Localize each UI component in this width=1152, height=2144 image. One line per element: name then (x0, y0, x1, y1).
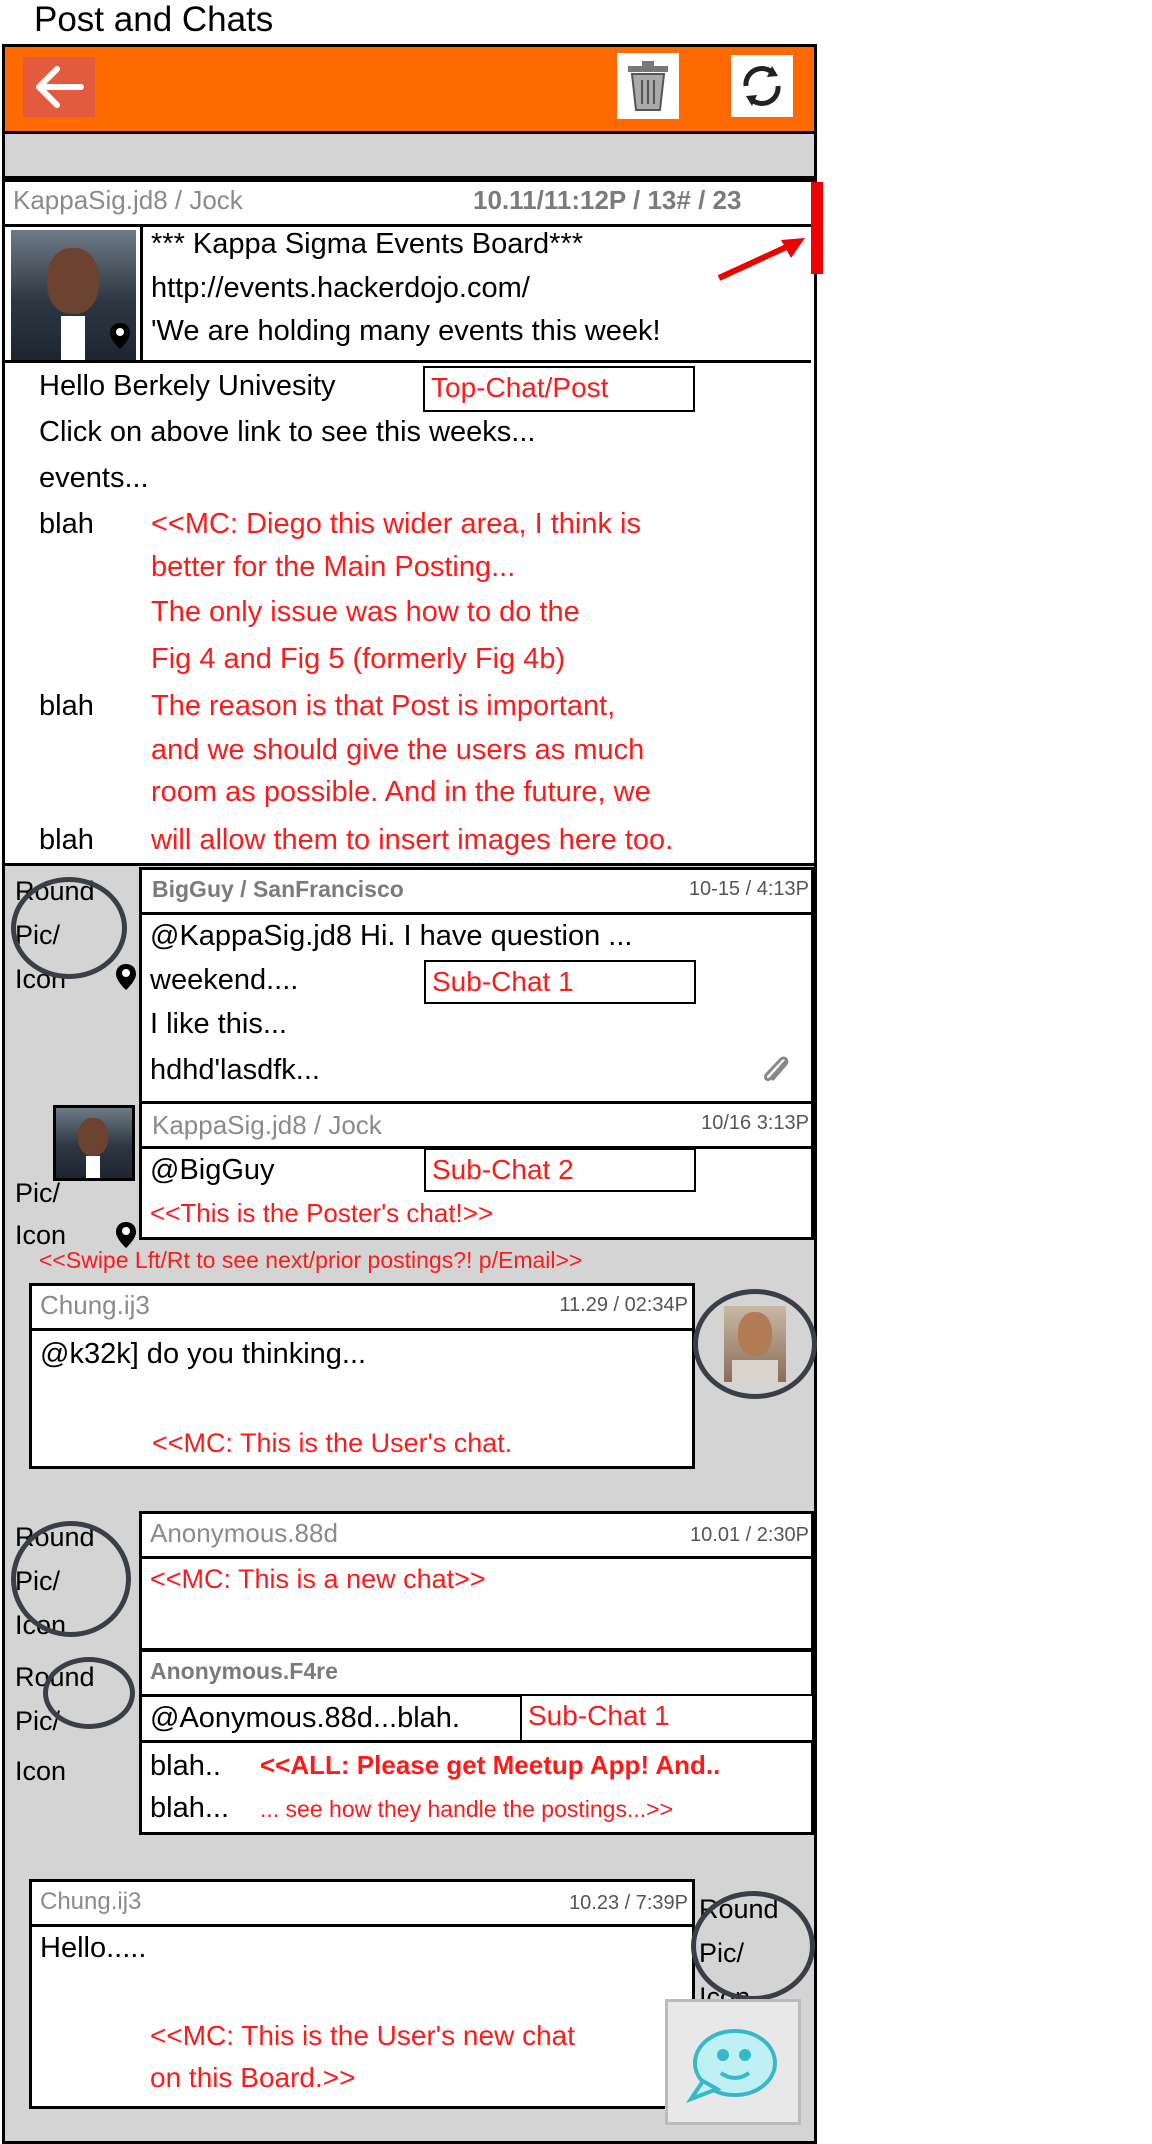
back-arrow-icon (36, 66, 84, 108)
user-new-chat-author: Chung.ij3 (40, 1888, 142, 1915)
user-avatar[interactable] (693, 1289, 817, 1399)
red-arrow-icon (717, 238, 805, 281)
note-line-5: The reason is that Post is important, (151, 690, 616, 722)
blah-3: blah (39, 824, 94, 856)
user-new-chat[interactable]: Chung.ij3 10.23 / 7:39P Hello..... <<MC:… (29, 1879, 695, 2109)
refresh-button[interactable] (731, 55, 793, 117)
chat-mascot-icon (685, 2029, 777, 2104)
main-post: KappaSig.jd8 / Jock 10.11/11:12P / 13# /… (5, 179, 823, 866)
anon-sub-note-1: <<ALL: Please get Meetup App! And.. (260, 1750, 721, 1780)
note-line-4: Fig 4 and Fig 5 (formerly Fig 4b) (151, 643, 566, 675)
user-chat-author: Chung.ij3 (40, 1290, 150, 1320)
location-pin-icon (116, 964, 136, 990)
anon-sub-line: @Aonymous.88d...blah. (150, 1702, 460, 1734)
sub-chat-2-label: Sub-Chat 2 (424, 1148, 696, 1192)
round-pic-placeholder[interactable] (691, 1891, 815, 2001)
user-chat-time: 11.29 / 02:34P (559, 1294, 688, 1316)
user-chat-line: @k32k] do you thinking... (40, 1338, 367, 1370)
back-button[interactable] (23, 57, 95, 117)
note-line-8: will allow them to insert images here to… (151, 824, 674, 856)
anon-sub-note-2: ... see how they handle the postings...>… (260, 1796, 674, 1822)
delete-button[interactable] (617, 53, 679, 119)
note-line-2: better for the Main Posting... (151, 551, 516, 583)
post-link[interactable]: http://events.hackerdojo.com/ (151, 272, 530, 305)
round-pic-placeholder[interactable] (43, 1657, 135, 1729)
anon-side-icon: Icon (15, 1756, 67, 1786)
round-pic-placeholder[interactable] (11, 1521, 131, 1637)
user-chat[interactable]: Chung.ij3 11.29 / 02:34P @k32k] do you t… (29, 1283, 695, 1469)
blah-2: blah (39, 690, 94, 722)
sub-chat-2[interactable]: KappaSig.jd8 / Jock 10/16 3:13P @BigGuy … (139, 1101, 814, 1240)
new-chat-time: 10.01 / 2:30P (690, 1524, 809, 1546)
divider-strip (5, 134, 814, 179)
post-meta: 10.11/11:12P / 13# / 23 (473, 185, 742, 215)
sub-chat-1-label: Sub-Chat 1 (424, 960, 696, 1004)
sub-chat-1-line-4: hdhd'lasdfk... (150, 1054, 320, 1086)
top-bar (5, 47, 814, 134)
sub-chat-1-time: 10-15 / 4:13P (688, 878, 809, 900)
sub-chat-2-line: @BigGuy (150, 1154, 275, 1186)
top-chat-label: Top-Chat/Post (423, 366, 695, 412)
page-title: Post and Chats (34, 0, 274, 39)
note-line-1: <<MC: Diego this wider area, I think is (151, 508, 641, 540)
post-line-1: *** Kappa Sigma Events Board*** (151, 228, 584, 260)
anon-sub-blah-1: blah.. (150, 1750, 221, 1782)
location-pin-icon (110, 323, 130, 349)
post-author: KappaSig.jd8 / Jock (13, 185, 243, 215)
swipe-note: <<Swipe Lft/Rt to see next/prior posting… (39, 1247, 583, 1273)
new-chat-note: <<MC: This is a new chat>> (150, 1564, 486, 1594)
user-new-chat-line: Hello..... (40, 1932, 147, 1964)
user-chat-note: <<MC: This is the User's chat. (152, 1428, 513, 1458)
sub-chat-1[interactable]: BigGuy / SanFrancisco 10-15 / 4:13P @Kap… (139, 867, 814, 1104)
chat-bubble-button[interactable] (665, 1999, 801, 2125)
post-body-2: Click on above link to see this weeks... (39, 416, 536, 448)
note-line-3: The only issue was how to do the (151, 596, 580, 628)
sub-chat-2-note: <<This is the Poster's chat!>> (150, 1198, 494, 1228)
note-line-7: room as possible. And in the future, we (151, 776, 651, 808)
phone-screen: KappaSig.jd8 / Jock 10.11/11:12P / 13# /… (2, 44, 823, 2144)
anon-sub-author: Anonymous.F4re (150, 1658, 338, 1684)
note-line-6: and we should give the users as much (151, 734, 645, 766)
blah-1: blah (39, 508, 94, 540)
sub-chat-1-author: BigGuy / SanFrancisco (152, 876, 404, 902)
sub-chat-1-line-3: I like this... (150, 1008, 287, 1040)
anon-sub-chat[interactable]: Anonymous.F4re @Aonymous.88d...blah. Sub… (139, 1649, 814, 1835)
post-body-3: events... (39, 462, 149, 494)
poster-small-avatar[interactable] (53, 1105, 135, 1181)
post-line-3: 'We are holding many events this week! (151, 315, 661, 347)
sub-chat-1-line-2: weekend.... (150, 964, 299, 996)
new-chat[interactable]: Anonymous.88d 10.01 / 2:30P <<MC: This i… (139, 1511, 814, 1651)
anon-sub-blah-2: blah... (150, 1792, 229, 1824)
user-new-chat-note-1: <<MC: This is the User's new chat (150, 2020, 575, 2051)
anon-sub-label: Sub-Chat 1 (520, 1694, 814, 1742)
post-body-1: Hello Berkely Univesity (39, 370, 336, 402)
refresh-icon (743, 66, 781, 106)
sub-chat-2-side-pic: Pic/ (15, 1178, 61, 1208)
user-new-chat-time: 10.23 / 7:39P (569, 1892, 688, 1914)
attachment-icon[interactable] (759, 1052, 793, 1088)
round-pic-placeholder[interactable] (11, 877, 127, 979)
trash-icon (628, 61, 668, 111)
user-new-chat-note-2: on this Board.>> (150, 2062, 356, 2093)
sub-chat-2-author: KappaSig.jd8 / Jock (152, 1110, 382, 1140)
new-chat-author: Anonymous.88d (150, 1518, 338, 1548)
location-pin-icon (116, 1222, 136, 1248)
sub-chat-2-time: 10/16 3:13P (701, 1112, 809, 1134)
scrollbar-thumb[interactable] (811, 182, 823, 274)
sub-chat-1-line-1: @KappaSig.jd8 Hi. I have question ... (150, 920, 633, 952)
